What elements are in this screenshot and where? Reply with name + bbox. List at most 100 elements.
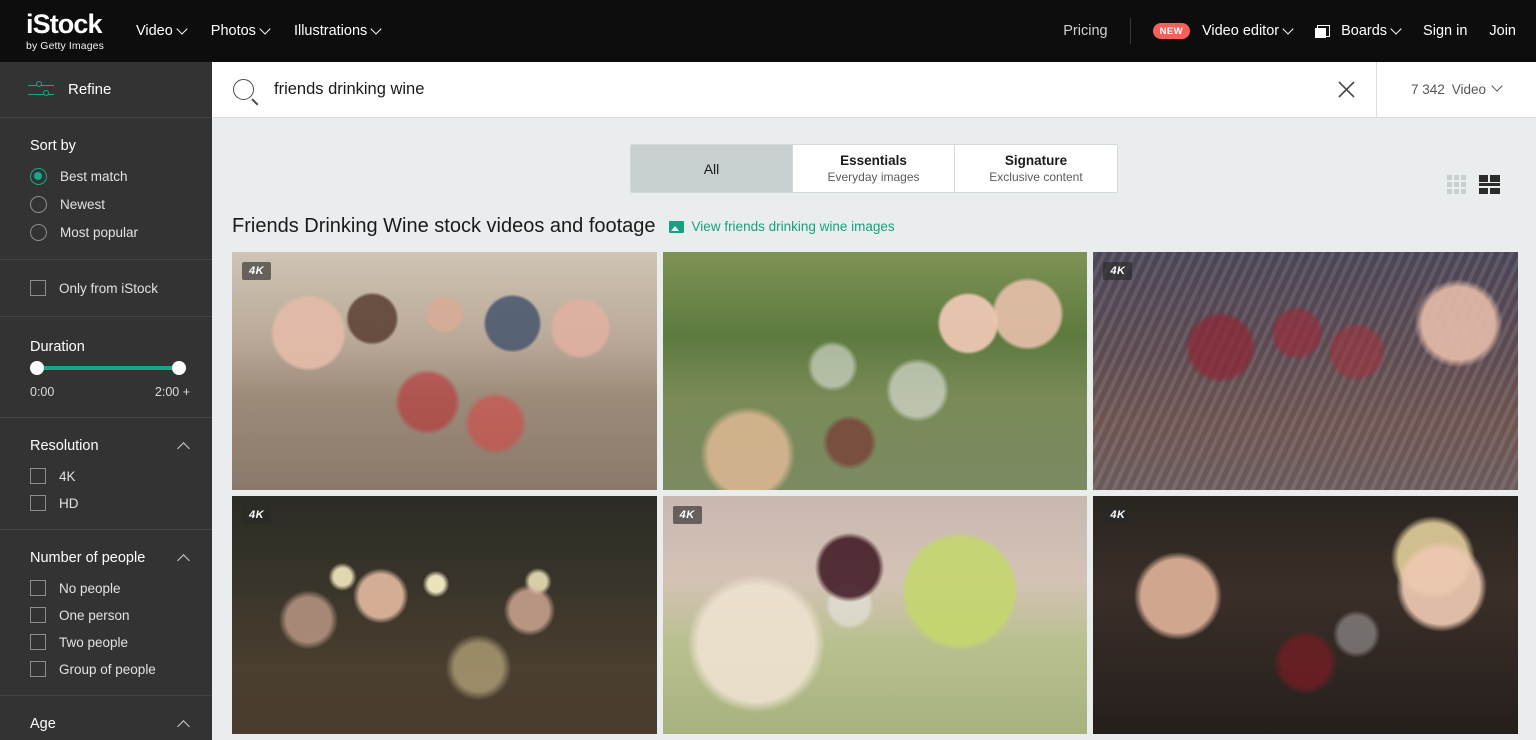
duration-min-label: 0:00 xyxy=(30,385,55,399)
sort-option-most-popular[interactable]: Most popular xyxy=(30,224,212,241)
nav-item-video-editor[interactable]: NEW Video editor xyxy=(1152,23,1294,39)
only-from-istock-section: Only from iStock xyxy=(0,260,212,317)
filter-two-people[interactable]: Two people xyxy=(30,634,212,650)
chevron-up-icon[interactable] xyxy=(178,552,190,564)
asset-type-selector[interactable]: 7 342 Video xyxy=(1376,62,1536,117)
checkbox-icon[interactable] xyxy=(30,495,46,511)
grid-view-icon[interactable] xyxy=(1447,175,1466,194)
refine-label: Refine xyxy=(68,81,112,98)
new-badge: NEW xyxy=(1152,23,1190,39)
sort-option-newest[interactable]: Newest xyxy=(30,196,212,213)
result-thumbnail xyxy=(1093,496,1518,734)
filter-group-of-people[interactable]: Group of people xyxy=(30,661,212,677)
tab-all-label: All xyxy=(703,160,720,177)
resolution-badge-4k: 4K xyxy=(672,506,702,524)
resolution-title[interactable]: Resolution xyxy=(30,438,212,454)
radio-icon[interactable] xyxy=(30,224,47,241)
boards-icon xyxy=(1315,24,1331,38)
sort-option-newest-label: Newest xyxy=(60,197,106,212)
tab-essentials-sublabel: Everyday images xyxy=(827,170,920,184)
filter-resolution-hd-label: HD xyxy=(59,495,79,511)
search-input[interactable] xyxy=(274,80,1316,99)
sort-option-best-match[interactable]: Best match xyxy=(30,168,212,185)
filter-one-person-label: One person xyxy=(59,607,130,623)
chevron-up-icon[interactable] xyxy=(178,718,190,730)
sign-in-link[interactable]: Sign in xyxy=(1423,23,1467,39)
nav-divider xyxy=(1129,18,1131,44)
duration-labels: 0:00 2:00 + xyxy=(30,385,192,399)
content-tabs-row: All Essentials Everyday images Signature… xyxy=(212,118,1536,193)
checkbox-icon[interactable] xyxy=(30,607,46,623)
chevron-down-icon xyxy=(1392,25,1401,34)
mosaic-view-icon[interactable] xyxy=(1479,175,1500,194)
result-item[interactable]: 4K xyxy=(662,496,1088,734)
clear-search-button[interactable] xyxy=(1316,80,1376,99)
slider-handle-min[interactable] xyxy=(30,361,44,375)
duration-max-label: 2:00 + xyxy=(154,385,190,399)
logo-wordmark: iStock xyxy=(26,8,103,39)
filter-resolution-4k-label: 4K xyxy=(59,468,76,484)
sort-by-section: Sort by Best match Newest Most popular xyxy=(0,118,212,260)
duration-title: Duration xyxy=(30,339,85,355)
checkbox-icon[interactable] xyxy=(30,634,46,650)
tab-all[interactable]: All xyxy=(631,145,793,192)
result-item[interactable]: 4K xyxy=(1093,252,1518,490)
nav-item-boards[interactable]: Boards xyxy=(1315,23,1401,39)
age-section: Age xyxy=(0,696,212,740)
number-of-people-title-text: Number of people xyxy=(30,550,146,566)
result-thumbnail xyxy=(662,496,1088,734)
filter-resolution-hd[interactable]: HD xyxy=(30,495,212,511)
filter-only-from-istock[interactable]: Only from iStock xyxy=(30,280,212,296)
view-images-link[interactable]: View friends drinking wine images xyxy=(668,219,895,234)
results-grid: 4K 4K 4K 4K 4K xyxy=(212,252,1536,734)
nav-item-boards-label: Boards xyxy=(1341,23,1388,39)
view-mode-toggles xyxy=(1447,175,1500,194)
asset-type-label: Video xyxy=(1451,82,1487,97)
istock-logo[interactable]: iStock by Getty Images xyxy=(26,8,104,52)
result-thumbnail xyxy=(662,252,1088,490)
tab-signature[interactable]: Signature Exclusive content xyxy=(955,145,1117,192)
radio-icon[interactable] xyxy=(30,196,47,213)
radio-icon-selected[interactable] xyxy=(30,168,47,185)
filter-one-person[interactable]: One person xyxy=(30,607,212,623)
nav-item-photos[interactable]: Photos xyxy=(211,23,270,39)
page-body: Refine Sort by Best match Newest Most po… xyxy=(0,62,1536,740)
result-count: 7 342 xyxy=(1410,82,1445,97)
result-item[interactable]: 4K xyxy=(1093,496,1518,734)
filter-sidebar: Refine Sort by Best match Newest Most po… xyxy=(0,62,212,740)
sort-option-best-match-label: Best match xyxy=(60,169,128,184)
search-icon xyxy=(232,79,254,100)
duration-range-slider[interactable] xyxy=(30,359,186,377)
checkbox-icon[interactable] xyxy=(30,280,46,296)
logo-tagline: by Getty Images xyxy=(26,39,104,52)
tab-signature-sublabel: Exclusive content xyxy=(989,170,1083,184)
slider-handle-max[interactable] xyxy=(172,361,186,375)
nav-item-video[interactable]: Video xyxy=(136,23,187,39)
sort-by-title-text: Sort by xyxy=(30,138,76,154)
sort-option-most-popular-label: Most popular xyxy=(60,225,139,240)
checkbox-icon[interactable] xyxy=(30,580,46,596)
join-link[interactable]: Join xyxy=(1489,23,1516,39)
refine-header[interactable]: Refine xyxy=(0,62,212,118)
search-icon-wrapper xyxy=(212,79,274,100)
chevron-down-icon xyxy=(178,25,187,34)
result-item[interactable]: 4K xyxy=(232,252,657,490)
result-item[interactable] xyxy=(662,252,1088,490)
chevron-up-icon[interactable] xyxy=(178,440,190,452)
age-title[interactable]: Age xyxy=(30,716,212,732)
resolution-badge-4k: 4K xyxy=(242,262,272,280)
filter-no-people[interactable]: No people xyxy=(30,580,212,596)
number-of-people-title[interactable]: Number of people xyxy=(30,550,212,566)
filter-no-people-label: No people xyxy=(59,580,121,596)
secondary-nav-links: Pricing NEW Video editor Boards Sign in … xyxy=(1063,18,1516,44)
result-thumbnail xyxy=(232,496,657,734)
tab-signature-label: Signature xyxy=(1004,153,1068,168)
tab-essentials[interactable]: Essentials Everyday images xyxy=(793,145,955,192)
nav-item-pricing[interactable]: Pricing xyxy=(1063,23,1107,39)
results-area: All Essentials Everyday images Signature… xyxy=(212,118,1536,740)
nav-item-illustrations[interactable]: Illustrations xyxy=(294,23,381,39)
checkbox-icon[interactable] xyxy=(30,468,46,484)
result-item[interactable]: 4K xyxy=(232,496,657,734)
filter-resolution-4k[interactable]: 4K xyxy=(30,468,212,484)
checkbox-icon[interactable] xyxy=(30,661,46,677)
